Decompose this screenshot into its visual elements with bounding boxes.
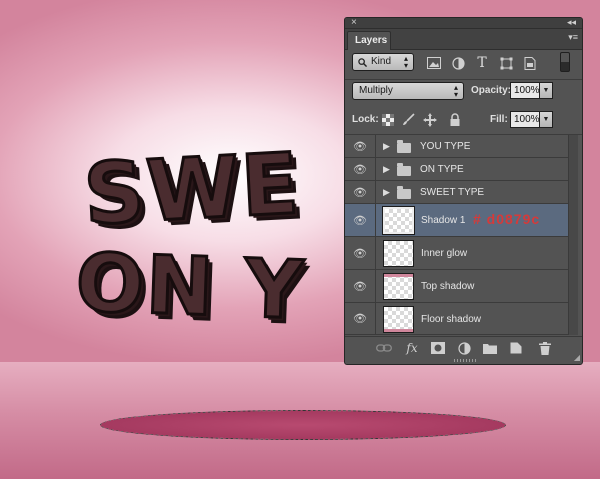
expand-triangle-icon[interactable]: ▶ [383, 187, 390, 198]
panel-title-bar: × ◂◂ [345, 18, 582, 29]
opacity-dropdown-button[interactable]: ▼ [540, 82, 553, 99]
blend-row: Multiply ▴ ▾ Opacity: 100% ▼ [345, 82, 582, 106]
panel-tab-row: Layers ▾≡ [345, 29, 582, 50]
layer-row[interactable]: 👁 Inner glow [345, 237, 570, 270]
layers-scrollbar[interactable] [568, 135, 578, 335]
artwork-text-line-1: SWE [80, 133, 304, 245]
layer-name: Shadow 1 [421, 215, 466, 226]
select-arrows-icon: ▴ ▾ [453, 83, 458, 99]
layer-thumbnail [383, 240, 414, 267]
smart-object-filter-icon[interactable] [521, 54, 539, 72]
close-icon[interactable]: × [351, 18, 357, 28]
shape-filter-icon[interactable] [497, 54, 515, 72]
visibility-eye-icon[interactable]: 👁 [345, 135, 376, 157]
new-group-icon[interactable] [481, 340, 499, 356]
lock-position-icon[interactable] [422, 111, 438, 128]
type-filter-icon[interactable]: T [473, 54, 491, 72]
folder-icon [397, 186, 411, 199]
color-annotation: # d0879c [473, 211, 541, 227]
search-icon [358, 58, 367, 67]
visibility-eye-icon[interactable]: 👁 [345, 237, 376, 269]
layer-row[interactable]: 👁 Floor shadow [345, 303, 570, 335]
layers-panel: × ◂◂ Layers ▾≡ Kind ▴ ▾ T Multiply ▴ ▾ O… [344, 17, 583, 365]
folder-icon [397, 163, 411, 176]
image-filter-icon[interactable] [425, 54, 443, 72]
layer-group-row[interactable]: 👁 ▶ ON TYPE [345, 158, 570, 181]
add-mask-icon[interactable] [429, 340, 447, 356]
visibility-eye-icon[interactable]: 👁 [345, 181, 376, 203]
layer-row-selected[interactable]: 👁 Shadow 1 # d0879c [345, 204, 570, 237]
layer-name: SWEET TYPE [420, 187, 485, 198]
artwork-text-line-2: ON Y [73, 235, 308, 339]
lock-image-pixels-icon[interactable] [400, 111, 416, 128]
layer-group-row[interactable]: 👁 ▶ SWEET TYPE [345, 181, 570, 204]
folder-icon [397, 140, 411, 153]
blend-mode-select[interactable]: Multiply ▴ ▾ [352, 82, 464, 100]
adjustment-filter-icon[interactable] [449, 54, 467, 72]
layer-name: ON TYPE [420, 164, 464, 175]
layer-thumbnail [383, 273, 414, 300]
divider [345, 79, 582, 80]
panel-menu-icon[interactable]: ▾≡ [568, 32, 578, 43]
fx-icon[interactable]: fx [403, 340, 421, 356]
lock-row: Lock: Fill: 100% ▼ [345, 111, 582, 135]
visibility-eye-icon[interactable]: 👁 [345, 204, 376, 236]
fill-dropdown-button[interactable]: ▼ [540, 111, 553, 128]
layer-name: Top shadow [421, 281, 475, 292]
layer-thumbnail [383, 306, 414, 333]
opacity-label: Opacity: [471, 85, 512, 96]
floor-shadow-selection [100, 410, 506, 440]
adjustment-layer-icon[interactable] [455, 340, 473, 356]
kind-filter-select[interactable]: Kind ▴ ▾ [352, 53, 414, 71]
panel-resize-grip[interactable] [454, 359, 476, 362]
delete-layer-icon[interactable] [536, 340, 554, 356]
expand-triangle-icon[interactable]: ▶ [383, 141, 390, 152]
new-layer-icon[interactable] [507, 340, 525, 356]
blend-mode-value: Multiply [359, 85, 393, 96]
opacity-input[interactable]: 100% [510, 82, 540, 99]
layer-row[interactable]: 👁 Top shadow [345, 270, 570, 303]
filter-row: Kind ▴ ▾ T [345, 52, 582, 79]
lock-transparent-pixels-icon[interactable] [380, 111, 396, 128]
layer-thumbnail [382, 206, 415, 235]
lock-label: Lock: [352, 114, 379, 125]
visibility-eye-icon[interactable]: 👁 [345, 303, 376, 334]
layer-name: YOU TYPE [420, 141, 471, 152]
filter-toggle-switch[interactable] [560, 52, 570, 72]
tab-layers[interactable]: Layers [347, 31, 391, 50]
fill-input[interactable]: 100% [510, 111, 540, 128]
layer-group-row[interactable]: 👁 ▶ YOU TYPE [345, 135, 570, 158]
panel-bottom-toolbar: fx [345, 336, 582, 358]
expand-triangle-icon[interactable]: ▶ [383, 164, 390, 175]
visibility-eye-icon[interactable]: 👁 [345, 270, 376, 302]
lock-all-icon[interactable] [447, 111, 463, 128]
layers-list: 👁 ▶ YOU TYPE 👁 ▶ ON TYPE 👁 ▶ SWEET TYPE … [345, 135, 570, 335]
collapse-icon[interactable]: ◂◂ [567, 18, 576, 28]
fill-label: Fill: [490, 114, 508, 125]
resize-corner-icon[interactable]: ◢ [574, 353, 580, 362]
visibility-eye-icon[interactable]: 👁 [345, 158, 376, 180]
filter-icons: T [425, 53, 539, 73]
kind-filter-label: Kind [371, 56, 392, 67]
link-layers-icon[interactable] [375, 340, 393, 356]
layer-name: Floor shadow [421, 314, 482, 325]
select-arrows-icon: ▴ ▾ [403, 54, 408, 70]
layer-name: Inner glow [421, 248, 468, 259]
